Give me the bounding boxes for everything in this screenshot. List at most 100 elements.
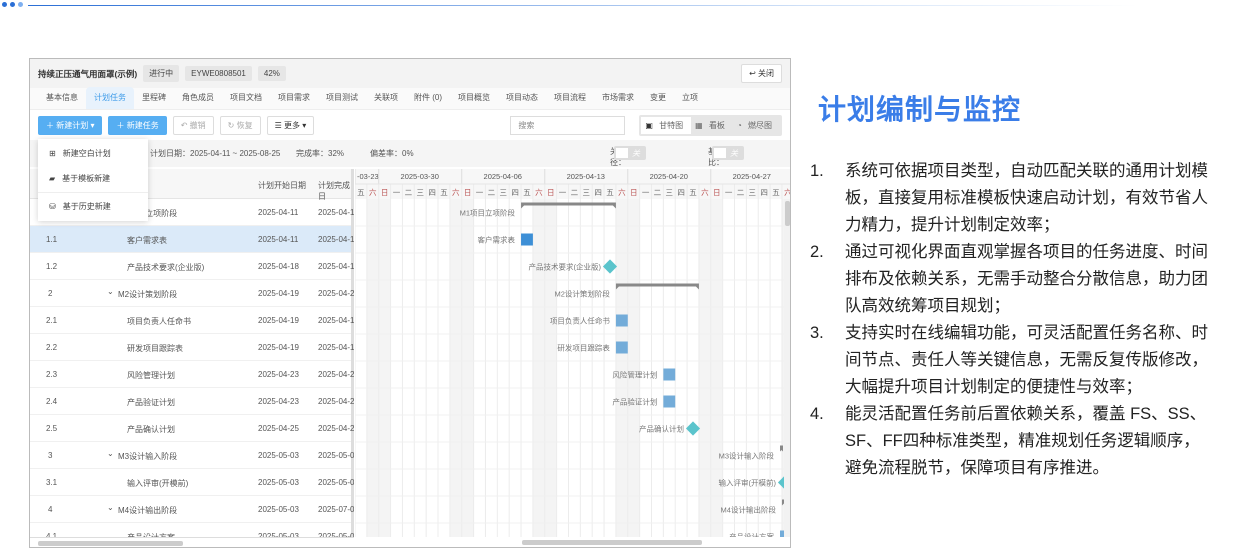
critical-path-toggle[interactable]: 关键路径：关 <box>610 146 646 167</box>
item-number: 3. <box>810 324 824 342</box>
weekend-column <box>615 199 628 539</box>
bar-label: 研发项目跟踪表 <box>557 343 610 353</box>
table-row[interactable]: 2.4 产品验证计划 2025-04-23 2025-04-23 <box>30 388 354 415</box>
tab-item[interactable]: 计划任务 <box>86 87 134 109</box>
list-icon: ☰ <box>274 120 284 130</box>
weekday-label: 一 <box>476 188 484 197</box>
table-row[interactable]: 1.1 客户需求表 2025-04-11 2025-04-11 <box>30 226 354 253</box>
tab-item[interactable]: 立项 <box>674 87 706 109</box>
task-name: 客户需求表 <box>127 236 167 245</box>
weekday-label: 五 <box>772 188 780 197</box>
redo-button[interactable]: ↻ 恢复 <box>219 115 261 135</box>
finish-date: 2025-04-11 <box>318 235 354 244</box>
view-board[interactable]: ▦ 看板 <box>691 117 733 134</box>
table-row[interactable]: 2.5 产品确认计划 2025-04-25 2025-04-25 <box>30 415 354 442</box>
chevron-down-icon[interactable]: ⌄ <box>107 449 114 458</box>
start-date: 2025-04-19 <box>258 289 299 298</box>
finish-date: 2025-05-03 <box>318 478 354 487</box>
close-button[interactable]: ↩ 关闭 <box>741 64 782 83</box>
project-title: 持续正压通气用面罩(示例) <box>38 68 138 79</box>
tab-item[interactable]: 项目动态 <box>498 87 546 109</box>
tab-item[interactable]: 基本信息 <box>38 87 86 109</box>
bar-label: M4设计输出阶段 <box>721 505 777 515</box>
undo-icon: ↶ <box>180 120 190 130</box>
tab-item[interactable]: 项目流程 <box>546 87 594 109</box>
bar-label: 产品确认计划 <box>639 424 684 434</box>
undo-button[interactable]: ↶ 撤销 <box>172 115 214 135</box>
task-name: 产品技术要求(企业版) <box>127 263 205 272</box>
weekday-label: 六 <box>452 187 460 197</box>
task-name: 产品验证计划 <box>127 398 175 407</box>
tab-item[interactable]: 项目测试 <box>318 87 366 109</box>
task-bar[interactable] <box>663 395 676 408</box>
tab-item[interactable]: 附件 (0) <box>406 87 450 109</box>
bar-label: 输入评审(开模前) <box>719 478 777 488</box>
task-name: M3设计输入阶段 <box>118 452 178 461</box>
task-bar[interactable] <box>663 368 676 381</box>
weekday-label: 六 <box>701 187 709 197</box>
weekend-column <box>532 199 545 539</box>
table-row[interactable]: 2.1 项目负责人任命书 2025-04-19 2025-04-19 <box>30 307 354 334</box>
tab-item[interactable]: 项目概览 <box>450 87 498 109</box>
tab-item[interactable]: 里程碑 <box>134 87 174 109</box>
baseline-toggle[interactable]: 基线对比：关 <box>708 146 744 167</box>
search-input[interactable]: 搜索 <box>510 115 626 135</box>
row-number: 2.5 <box>46 424 58 433</box>
menu-item-from-template[interactable]: ▰ 基于模板新建 <box>38 166 148 191</box>
weekday-label: 一 <box>559 188 567 197</box>
task-bar[interactable] <box>615 341 628 354</box>
milestone-diamond[interactable] <box>685 421 701 436</box>
task-name: 项目负责人任命书 <box>127 317 191 326</box>
table-row[interactable]: 3 ⌄ M3设计输入阶段 2025-05-03 2025-05-03 <box>30 442 354 469</box>
weekday-label: 五 <box>440 188 448 197</box>
tab-item[interactable]: 项目需求 <box>270 87 318 109</box>
weekday-label: 日 <box>464 188 472 197</box>
new-task-button[interactable]: ＋ 新建任务 <box>108 115 167 135</box>
view-gantt-label: 甘特图 <box>659 120 684 130</box>
bar-label: 产品验证计划 <box>612 397 657 407</box>
tab-item[interactable]: 关联项 <box>366 87 406 109</box>
task-name: 输入评审(开模前) <box>127 479 189 488</box>
chevron-down-icon[interactable]: ⌄ <box>107 287 114 296</box>
table-row[interactable]: 2 ⌄ M2设计策划阶段 2025-04-19 2025-04-25 <box>30 280 354 307</box>
more-label: 更多 <box>284 120 300 130</box>
chevron-down-icon[interactable]: ⌄ <box>107 503 114 512</box>
scroll-thumb[interactable] <box>522 540 702 545</box>
tab-item[interactable]: 变更 <box>642 87 674 109</box>
new-plan-button[interactable]: ＋ 新建计划 ▾ <box>38 115 103 135</box>
table-row[interactable]: 3.1 输入评审(开模前) 2025-05-03 2025-05-03 <box>30 469 354 496</box>
new-plan-dropdown: ⊞ 新建空白计划 ▰ 基于模板新建 ⛁ 基于历史新建 <box>38 139 148 221</box>
weekday-label: 三 <box>500 188 508 197</box>
table-row[interactable]: 1.2 产品技术要求(企业版) 2025-04-18 2025-04-18 <box>30 253 354 280</box>
weekend-column <box>698 199 711 539</box>
feature-item: 3. 支持实时在线编辑功能，可灵活配置任务名称、时间节点、责任人等关键信息，无需反… <box>810 320 1210 401</box>
task-name: M4设计输出阶段 <box>118 506 178 515</box>
menu-item-blank-plan[interactable]: ⊞ 新建空白计划 <box>38 141 148 166</box>
tab-item[interactable]: 角色成员 <box>174 87 222 109</box>
weekday-label: 六 <box>535 187 543 197</box>
row-number: 2.2 <box>46 343 58 352</box>
scroll-thumb[interactable] <box>785 201 790 226</box>
row-number: 2.4 <box>46 397 58 406</box>
grid-hscrollbar[interactable] <box>30 537 354 547</box>
more-button[interactable]: ☰ 更多 ▾ <box>266 115 315 135</box>
menu-item-from-history[interactable]: ⛁ 基于历史新建 <box>38 194 148 219</box>
weekday-label: 四 <box>428 188 436 197</box>
table-row[interactable]: 2.3 风险管理计划 2025-04-23 2025-04-23 <box>30 361 354 388</box>
table-row[interactable]: 2.2 研发项目跟踪表 2025-04-19 2025-04-19 <box>30 334 354 361</box>
tab-item[interactable]: 项目文档 <box>222 87 270 109</box>
start-date: 2025-04-23 <box>258 370 299 379</box>
row-number: 1.2 <box>46 262 58 271</box>
table-row[interactable]: 4 ⌄ M4设计输出阶段 2025-05-03 2025-07-08 <box>30 496 354 523</box>
view-gantt[interactable]: ▣ 甘特图 <box>641 116 692 134</box>
feature-panel: 计划编制与监控 <box>818 88 1021 128</box>
new-plan-label: 新建计划 <box>56 120 89 130</box>
milestone-diamond[interactable] <box>602 259 618 274</box>
view-burndown[interactable]: ◔ 燃尽图 <box>733 117 780 134</box>
completion-rate: 完成率：32% <box>296 149 345 158</box>
weekend-column <box>461 199 474 539</box>
task-bar[interactable] <box>521 233 533 246</box>
task-bar[interactable] <box>615 314 628 327</box>
tab-item[interactable]: 市场需求 <box>594 87 642 109</box>
gantt-vscrollbar[interactable] <box>784 199 791 537</box>
